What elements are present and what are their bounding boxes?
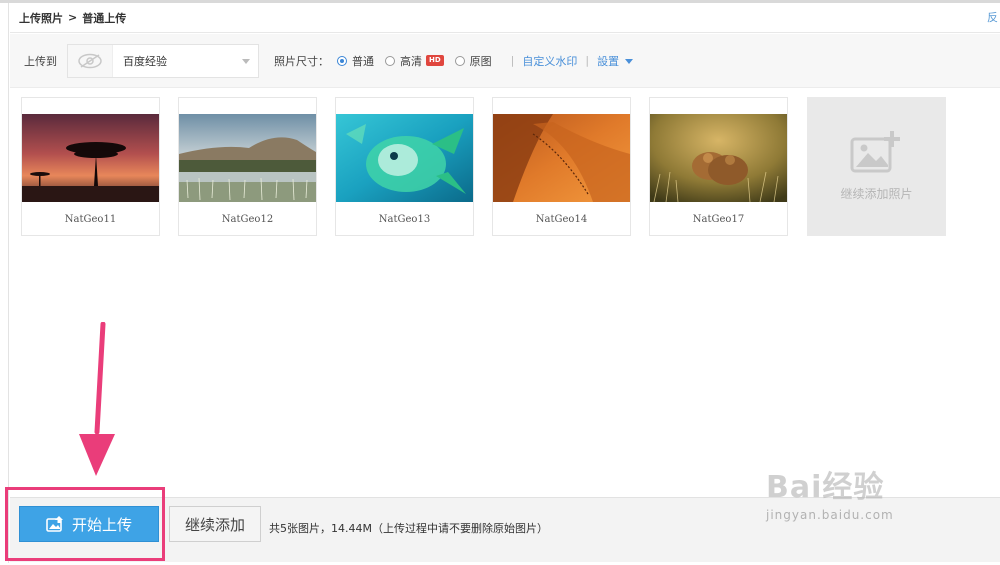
photo-name: NatGeo17	[692, 214, 745, 225]
caret-down-icon	[625, 59, 634, 64]
photo-thumbnail	[650, 114, 787, 202]
highlight-box	[5, 487, 165, 561]
add-photo-icon	[850, 131, 900, 173]
photo-thumbnail	[493, 114, 630, 202]
watermark-brand: Bai经验	[766, 470, 885, 505]
upload-to-label: 上传到	[24, 54, 57, 68]
eye-icon	[68, 44, 113, 77]
breadcrumb-separator: >	[68, 11, 78, 24]
photo-tile[interactable]: NatGeo12	[178, 97, 317, 236]
size-option-hd[interactable]: 高清 HD	[385, 53, 444, 69]
size-option-label: 高清	[400, 54, 422, 68]
add-more-photos-label: 继续添加照片	[840, 187, 913, 201]
settings-dropdown[interactable]: 設置	[597, 53, 634, 69]
radio-icon	[337, 55, 347, 66]
album-select[interactable]: 百度经验	[67, 43, 259, 78]
photo-tile[interactable]: NatGeo13	[335, 97, 474, 236]
continue-add-label: 继续添加	[184, 515, 245, 534]
upload-toolbar: 上传到 百度经验 照片尺寸： 普通 高清 HD 原图 | 自定义水印 | 設置	[10, 34, 1000, 88]
window-left-border	[8, 3, 9, 563]
photo-size-options: 普通 高清 HD 原图	[337, 53, 503, 69]
photo-name: NatGeo13	[378, 214, 431, 225]
breadcrumb-root[interactable]: 上传照片	[19, 10, 63, 26]
photo-name: NatGeo11	[64, 214, 117, 225]
hd-badge: HD	[426, 55, 444, 66]
photo-thumbnail	[22, 114, 159, 202]
divider: |	[510, 54, 515, 67]
baidu-jingyan-watermark: Bai经验 jingyan.baidu.com	[766, 462, 894, 522]
photo-thumbnail	[336, 114, 473, 202]
photo-tile[interactable]: NatGeo11	[21, 97, 160, 236]
breadcrumb-current: 普通上传	[82, 11, 127, 25]
radio-icon	[454, 55, 465, 66]
size-option-original[interactable]: 原图	[454, 53, 492, 69]
chevron-down-icon	[242, 58, 250, 64]
corner-link[interactable]: 反	[987, 9, 998, 25]
photo-tile[interactable]: NatGeo14	[492, 97, 631, 236]
album-name: 百度经验	[123, 54, 167, 68]
size-option-normal[interactable]: 普通	[337, 53, 374, 69]
custom-watermark-link[interactable]: 自定义水印	[522, 53, 577, 69]
size-option-label: 普通	[352, 54, 374, 68]
watermark-url: jingyan.baidu.com	[766, 508, 894, 522]
photo-tile[interactable]: NatGeo17	[649, 97, 788, 236]
add-more-photos-tile[interactable]: 继续添加照片	[807, 97, 946, 236]
photo-name: NatGeo14	[535, 214, 588, 225]
photo-size-label: 照片尺寸：	[274, 54, 329, 68]
radio-icon	[385, 55, 395, 66]
settings-label: 設置	[597, 54, 620, 68]
photo-thumbnail	[179, 114, 316, 202]
divider: |	[585, 54, 590, 67]
photo-name: NatGeo12	[221, 214, 274, 225]
upload-summary: 共5张图片，14.44M（上传过程中请不要删除原始图片）	[269, 522, 548, 535]
pointer-arrow	[79, 322, 115, 476]
continue-add-button[interactable]: 继续添加	[169, 506, 261, 542]
breadcrumb: 上传照片 > 普通上传	[10, 3, 1000, 33]
size-option-label: 原图	[469, 54, 492, 68]
